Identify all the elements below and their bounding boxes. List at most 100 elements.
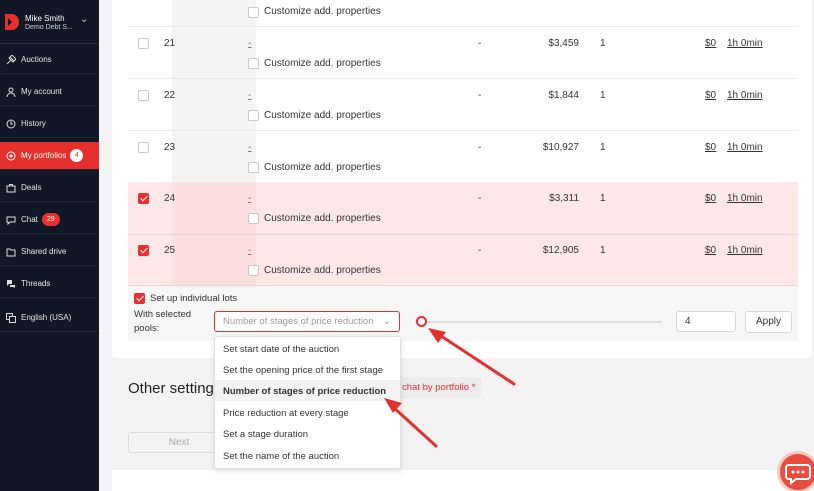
customize-checkbox[interactable] xyxy=(248,265,259,276)
sidebar-item-label: Chat xyxy=(21,215,38,224)
slider-track[interactable] xyxy=(422,321,662,323)
sidebar-item-label: My portfolios xyxy=(21,151,67,160)
row-amount: $12,905 xyxy=(542,245,579,256)
individual-lots-label: Set up individual lots xyxy=(150,293,238,304)
row-select-checkbox[interactable] xyxy=(138,90,149,101)
row-duration[interactable]: 1h 0min xyxy=(727,90,763,101)
table-row: Customize add. properties xyxy=(128,0,798,27)
stages-number-input[interactable]: 4 xyxy=(676,311,736,332)
dropdown-option-stage-duration[interactable]: Set a stage duration xyxy=(223,429,308,440)
row-fee[interactable]: $0 xyxy=(705,90,716,101)
row-dash: - xyxy=(478,142,482,153)
customize-label: Customize add. properties xyxy=(264,265,381,276)
sidebar-item-label: Threads xyxy=(21,279,51,288)
customize-checkbox[interactable] xyxy=(248,58,259,69)
row-link[interactable]: - xyxy=(248,193,251,204)
dropdown-option-start-date[interactable]: Set start date of the auction xyxy=(223,344,339,355)
row-id: 23 xyxy=(164,142,176,153)
sidebar-item-auctions[interactable]: Auctions xyxy=(0,46,99,74)
with-selected-label: With selected xyxy=(134,309,192,320)
id-cell xyxy=(172,27,256,78)
row-fee[interactable]: $0 xyxy=(705,245,716,256)
sidebar-item-chat[interactable]: Chat 29 xyxy=(0,206,99,234)
sidebar-item-language[interactable]: English (USA) xyxy=(0,304,99,332)
row-duration[interactable]: 1h 0min xyxy=(727,38,763,49)
row-count: 1 xyxy=(600,90,606,101)
customize-checkbox[interactable] xyxy=(248,213,259,224)
chat-bubble-icon xyxy=(785,464,811,486)
gavel-icon xyxy=(6,54,16,64)
row-amount: $3,459 xyxy=(548,38,579,49)
row-duration[interactable]: 1h 0min xyxy=(727,193,763,204)
sidebar-item-history[interactable]: History xyxy=(0,110,99,138)
dropdown-option-number-of-stages[interactable]: Number of stages of price reduction xyxy=(223,386,386,397)
sidebar-item-deals[interactable]: Deals xyxy=(0,174,99,202)
dropdown-option-auction-name[interactable]: Set the name of the auction xyxy=(223,451,339,462)
user-name: Mike Smith xyxy=(25,13,65,23)
row-id: 21 xyxy=(164,38,176,49)
chat-by-portfolio-pill[interactable]: chat by portfolio * xyxy=(396,377,482,398)
individual-lots-checkbox[interactable] xyxy=(134,293,145,304)
row-fee[interactable]: $0 xyxy=(705,193,716,204)
row-fee[interactable]: $0 xyxy=(705,38,716,49)
briefcase-icon xyxy=(6,183,16,192)
chat-count-badge: 29 xyxy=(41,213,60,226)
sidebar-item-label: History xyxy=(21,119,46,128)
row-fee[interactable]: $0 xyxy=(705,142,716,153)
other-settings-heading: Other settings xyxy=(128,380,222,397)
dropdown-option-price-reduction[interactable]: Price reduction at every stage xyxy=(223,408,349,419)
row-amount: $3,311 xyxy=(549,193,579,204)
chat-fab-button[interactable] xyxy=(777,451,814,491)
bulk-action-select[interactable]: Number of stages of price reduction ⌄ xyxy=(214,311,400,332)
row-link[interactable]: - xyxy=(248,245,251,256)
row-select-checkbox[interactable] xyxy=(138,142,149,153)
user-menu[interactable]: Mike Smith Demo Debt S... ⌄ xyxy=(0,0,99,44)
row-select-checkbox[interactable] xyxy=(138,38,149,49)
row-duration[interactable]: 1h 0min xyxy=(727,245,763,256)
table-row: 25 - Customize add. properties - $12,905… xyxy=(128,235,798,286)
row-id: 22 xyxy=(164,90,176,101)
row-select-checkbox[interactable] xyxy=(138,193,149,204)
slider-handle[interactable] xyxy=(416,316,427,327)
row-link[interactable]: - xyxy=(248,90,251,101)
customize-label: Customize add. properties xyxy=(264,110,381,121)
bulk-action-dropdown: Set start date of the auction Set the op… xyxy=(214,336,401,469)
sidebar-item-threads[interactable]: Threads xyxy=(0,270,99,298)
sidebar-item-my-portfolios[interactable]: My portfolios 4 xyxy=(0,142,99,170)
row-amount: $10,927 xyxy=(542,142,579,153)
clock-icon xyxy=(6,119,16,128)
user-icon xyxy=(6,87,16,97)
apply-button[interactable]: Apply xyxy=(745,311,792,333)
customize-label: Customize add. properties xyxy=(264,162,381,173)
portfolio-lots-card: Customize add. properties 21 - Customize… xyxy=(112,0,812,358)
table-row: 21 - Customize add. properties - $3,459 … xyxy=(128,27,798,79)
table-row: 23 - Customize add. properties - $10,927… xyxy=(128,131,798,183)
id-cell xyxy=(172,0,256,26)
sidebar-item-shared-drive[interactable]: Shared drive xyxy=(0,238,99,266)
portfolios-count-badge: 4 xyxy=(70,149,84,162)
chevron-down-icon[interactable]: ⌄ xyxy=(80,14,88,25)
row-dash: - xyxy=(478,193,482,204)
customize-label: Customize add. properties xyxy=(264,213,381,224)
lower-panel xyxy=(112,470,812,491)
row-id: 24 xyxy=(164,193,176,204)
row-link[interactable]: - xyxy=(248,38,251,49)
row-dash: - xyxy=(478,90,482,101)
id-cell xyxy=(172,131,256,182)
chat-icon xyxy=(6,216,16,225)
customize-checkbox[interactable] xyxy=(248,7,259,18)
sidebar: Mike Smith Demo Debt S... ⌄ Auctions My … xyxy=(0,0,99,491)
row-duration[interactable]: 1h 0min xyxy=(727,142,763,153)
row-link[interactable]: - xyxy=(248,142,251,153)
sidebar-item-label: My account xyxy=(21,87,62,96)
customize-checkbox[interactable] xyxy=(248,110,259,121)
sidebar-item-label: Shared drive xyxy=(21,247,67,256)
sidebar-item-my-account[interactable]: My account xyxy=(0,78,99,106)
table-row: 22 - Customize add. properties - $1,844 … xyxy=(128,79,798,131)
sidebar-item-label: English (USA) xyxy=(21,313,72,322)
dropdown-option-opening-price[interactable]: Set the opening price of the first stage xyxy=(223,365,383,376)
pools-label: pools: xyxy=(134,323,160,334)
customize-checkbox[interactable] xyxy=(248,162,259,173)
brand-logo-icon xyxy=(5,13,19,30)
row-select-checkbox[interactable] xyxy=(138,245,149,256)
